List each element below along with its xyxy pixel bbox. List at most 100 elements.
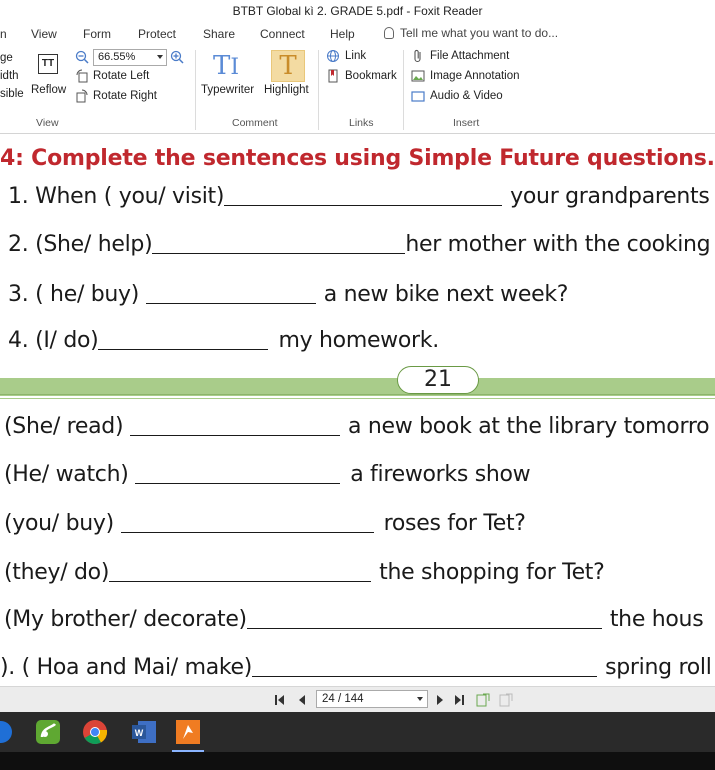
ribbon: ge idth sible TT Reflow 66.55% Rotate Le… <box>0 46 715 134</box>
question-rest: spring roll <box>605 655 712 680</box>
foxit-reader-window: BTBT Global kì 2. GRADE 5.pdf - Foxit Re… <box>0 0 715 770</box>
menu-item-help[interactable]: Help <box>330 27 355 41</box>
menu-item-connect[interactable]: Connect <box>260 27 305 41</box>
answer-blank <box>120 513 374 533</box>
menu-item-form[interactable]: Form <box>83 27 111 41</box>
zoom-select[interactable]: 66.55% <box>93 49 167 66</box>
page-number-field[interactable]: 24 / 144 <box>316 690 428 708</box>
answer-blank <box>246 609 602 629</box>
question-rest: my homework. <box>278 328 439 353</box>
highlight-icon[interactable]: T <box>271 50 305 82</box>
answer-blank <box>152 234 406 254</box>
question-prompt: 2. (She/ help) <box>8 232 153 257</box>
question-line: (you/ buy) roses for Tet? <box>4 511 526 536</box>
link-globe-icon <box>327 50 339 62</box>
windows-taskbar: W <box>0 712 715 770</box>
svg-text:W: W <box>135 728 144 738</box>
question-prompt: (they/ do) <box>4 560 110 585</box>
tell-me-search[interactable]: Tell me what you want to do... <box>384 26 558 40</box>
first-page-icon[interactable] <box>274 694 286 706</box>
audio-video-icon <box>411 91 425 102</box>
next-view-icon[interactable] <box>498 692 514 708</box>
menu-bar: n View Form Protect Share Connect Help T… <box>0 22 715 46</box>
page-navigation-bar: 24 / 144 <box>0 686 715 712</box>
answer-blank <box>224 186 503 206</box>
question-line: (He/ watch) a fireworks show <box>4 462 531 487</box>
image-annotation-button[interactable]: Image Annotation <box>430 70 520 82</box>
bookmark-button[interactable]: Bookmark <box>345 70 397 82</box>
chevron-down-icon[interactable] <box>417 697 423 701</box>
single-page-button[interactable]: ge <box>0 52 13 64</box>
word-icon[interactable]: W <box>131 719 157 745</box>
question-prompt: 4. (I/ do) <box>8 328 99 353</box>
question-prompt: 3. ( he/ buy) <box>8 282 146 307</box>
rotate-left-icon <box>76 69 88 83</box>
question-line: (My brother/ decorate) the hous <box>4 607 704 632</box>
question-prompt: ). ( Hoa and Mai/ make) <box>0 655 253 680</box>
menu-item-view[interactable]: View <box>31 27 57 41</box>
typewriter-button[interactable]: Typewriter <box>201 84 254 96</box>
active-app-indicator <box>172 750 204 752</box>
previous-page-icon[interactable] <box>297 694 307 706</box>
question-rest: the shopping for Tet? <box>379 560 605 585</box>
menu-item-protect[interactable]: Protect <box>138 27 176 41</box>
tell-me-placeholder: Tell me what you want to do... <box>400 26 559 40</box>
link-button[interactable]: Link <box>345 50 366 62</box>
question-rest: a fireworks show <box>350 462 531 487</box>
foxit-icon[interactable] <box>175 719 201 745</box>
exercise-heading: 4: Complete the sentences using Simple F… <box>0 146 715 171</box>
last-page-icon[interactable] <box>453 694 465 706</box>
question-prompt: (you/ buy) <box>4 511 121 536</box>
fit-visible-button[interactable]: sible <box>0 88 24 100</box>
menu-item-share[interactable]: Share <box>203 27 235 41</box>
chrome-icon[interactable] <box>82 719 108 745</box>
answer-blank <box>135 464 341 484</box>
page-divider-line <box>0 398 715 399</box>
fit-width-button[interactable]: idth <box>0 70 19 82</box>
question-line: (they/ do) the shopping for Tet? <box>4 560 605 585</box>
question-rest: your grandparents <box>510 184 710 209</box>
zoom-in-icon[interactable] <box>170 50 184 64</box>
menu-item-home[interactable]: n <box>0 27 7 41</box>
question-rest: a new book at the library tomorro <box>347 414 710 439</box>
question-prompt: (He/ watch) <box>4 462 136 487</box>
question-line: ). ( Hoa and Mai/ make) spring roll <box>0 655 712 680</box>
next-page-icon[interactable] <box>435 694 445 706</box>
ribbon-divider <box>403 50 404 130</box>
lightbulb-icon <box>384 27 394 39</box>
comment-group-label: Comment <box>232 117 278 129</box>
text-size-icon[interactable]: TT <box>38 54 58 74</box>
answer-blank <box>98 330 269 350</box>
answer-blank <box>109 562 372 582</box>
question-prompt: (My brother/ decorate) <box>4 607 247 632</box>
previous-view-icon[interactable] <box>475 692 491 708</box>
reflow-button[interactable]: Reflow <box>31 84 66 96</box>
rotate-right-icon <box>76 89 88 103</box>
question-line: 4. (I/ do) my homework. <box>8 328 439 353</box>
insert-group-label: Insert <box>453 117 480 129</box>
question-rest: roses for Tet? <box>383 511 526 536</box>
rotate-left-button[interactable]: Rotate Left <box>93 70 149 82</box>
pdf-page-view[interactable]: 4: Complete the sentences using Simple F… <box>0 134 715 686</box>
zoom-out-icon[interactable] <box>75 50 89 64</box>
typewriter-icon[interactable]: TI <box>213 51 239 81</box>
audio-video-button[interactable]: Audio & Video <box>430 90 503 102</box>
question-prompt: (She/ read) <box>4 414 130 439</box>
page-number-value: 24 / 144 <box>322 693 364 705</box>
answer-blank <box>129 416 340 436</box>
view-group-label: View <box>36 117 59 129</box>
rotate-right-button[interactable]: Rotate Right <box>93 90 157 102</box>
links-group-label: Links <box>349 117 374 129</box>
bookmark-icon <box>328 69 338 83</box>
highlight-button[interactable]: Highlight <box>264 84 309 96</box>
question-prompt: 1. When ( you/ visit) <box>8 184 225 209</box>
page-number-badge: 21 <box>397 366 479 394</box>
greenshot-icon[interactable] <box>35 719 61 745</box>
question-rest: her mother with the cooking <box>405 232 711 257</box>
file-attachment-button[interactable]: File Attachment <box>430 50 509 62</box>
question-line: 1. When ( you/ visit) your grandparents <box>8 184 710 209</box>
paperclip-icon <box>414 49 421 63</box>
page-divider-line <box>0 394 715 395</box>
question-line: 2. (She/ help) her mother with the cookin… <box>8 232 711 257</box>
ribbon-divider <box>318 50 319 130</box>
